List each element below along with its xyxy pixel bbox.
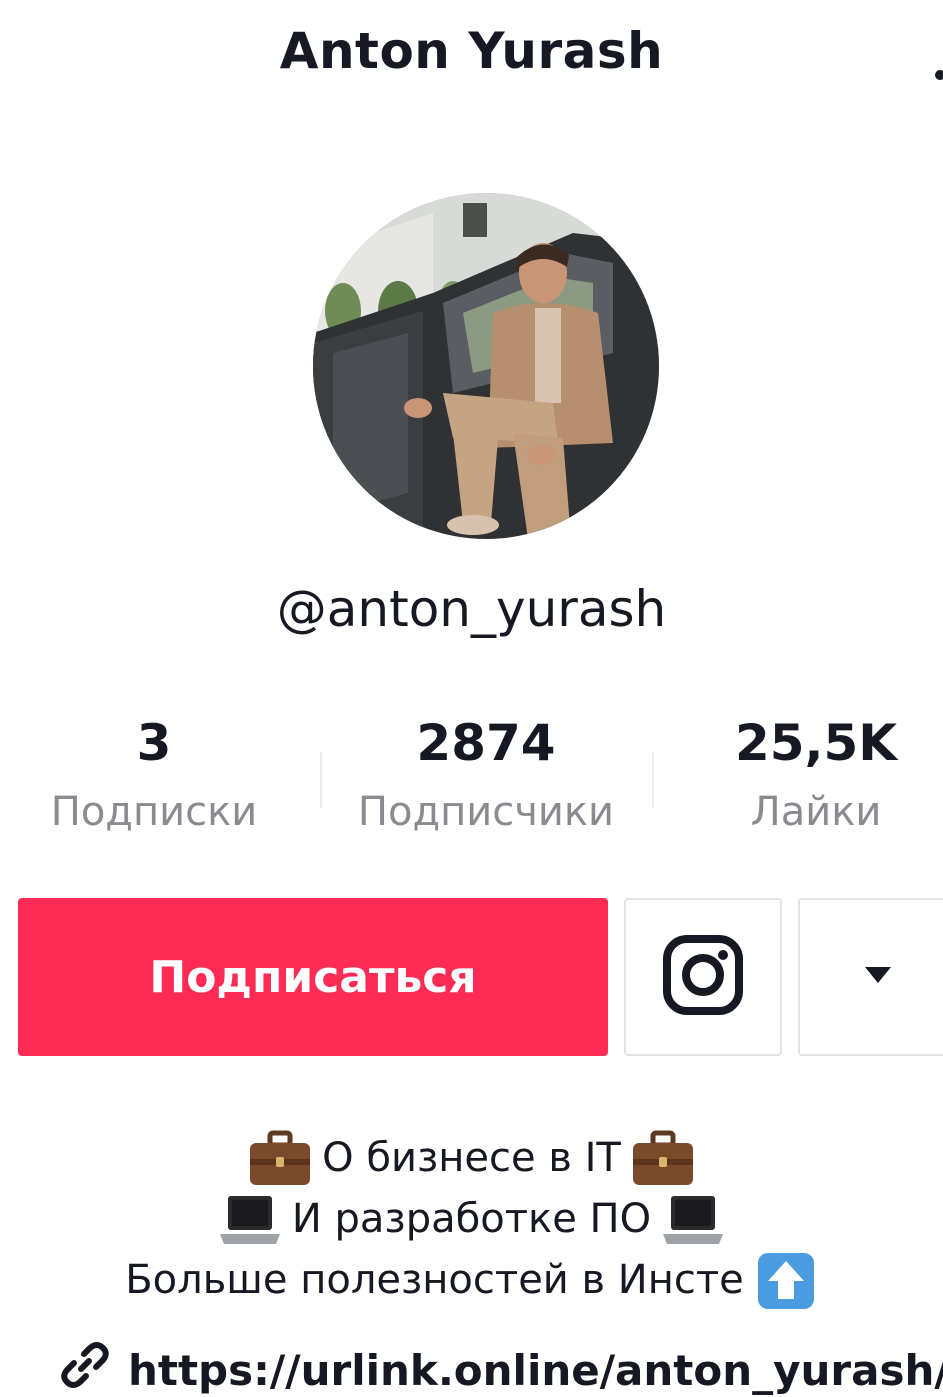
stat-divider	[652, 752, 654, 808]
bio-text-3: Больше полезностей в Инсте	[125, 1257, 744, 1303]
more-options-icon[interactable]	[929, 30, 943, 90]
stat-likes: 25,5K Лайки	[666, 710, 943, 842]
caret-down-icon	[863, 965, 893, 989]
laptop-emoji	[661, 1190, 725, 1250]
stat-followers[interactable]: 2874 Подписчики	[336, 710, 636, 842]
more-actions-dropdown[interactable]	[798, 898, 943, 1056]
stat-likes-label: Лайки	[750, 789, 882, 835]
briefcase-emoji	[248, 1129, 312, 1189]
bio-text-1: О бизнесе в IT	[322, 1135, 621, 1181]
stat-divider	[320, 752, 322, 808]
profile-stats: 3 Подписки 2874 Подписчики 25,5K Лайки	[0, 710, 943, 850]
bio-text-2: И разработке ПО	[291, 1196, 652, 1242]
profile-link[interactable]: https://urlink.online/anton_yurash/	[60, 1340, 943, 1397]
profile-display-name: Anton Yurash	[279, 22, 664, 80]
stat-followers-label: Подписчики	[357, 789, 615, 835]
bio-line-3: Больше полезностей в Инсте	[0, 1250, 943, 1311]
link-icon	[60, 1340, 110, 1397]
bio-line-1: О бизнесе в IT	[0, 1128, 943, 1189]
instagram-button[interactable]	[624, 898, 782, 1056]
profile-bio: О бизнесе в IT И разработке ПО Больше по…	[0, 1128, 943, 1311]
briefcase-emoji	[631, 1129, 695, 1189]
stat-following-value: 3	[136, 714, 172, 772]
follow-button[interactable]: Подписаться	[18, 898, 608, 1056]
stat-followers-value: 2874	[416, 714, 556, 772]
laptop-emoji	[218, 1190, 282, 1250]
up-arrow-emoji	[754, 1251, 818, 1311]
stat-following-label: Подписки	[50, 789, 258, 835]
stat-following[interactable]: 3 Подписки	[4, 710, 304, 842]
bio-line-2: И разработке ПО	[0, 1189, 943, 1250]
instagram-icon	[662, 934, 744, 1020]
stat-likes-value: 25,5K	[734, 714, 898, 772]
username: @anton_yurash	[276, 580, 667, 638]
profile-page: Anton Yurash @anton_yurash 3 Подписки 28…	[0, 0, 943, 1397]
link-url[interactable]: https://urlink.online/anton_yurash/	[128, 1346, 943, 1395]
avatar	[313, 193, 659, 539]
